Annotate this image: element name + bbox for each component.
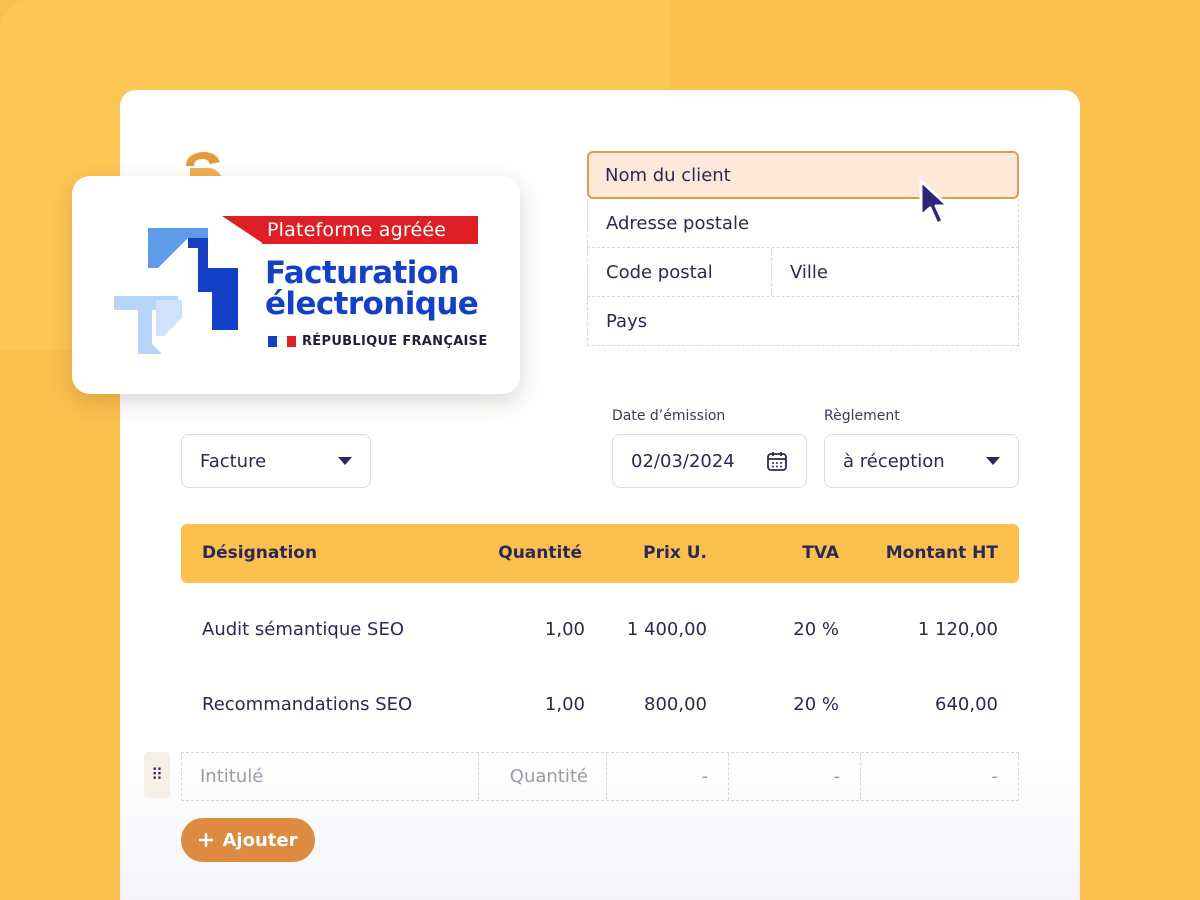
table-header: Désignation Quantité Prix U. TVA Montant… (181, 524, 1019, 583)
row-unit-price: 1 400,00 (626, 619, 707, 640)
table-row[interactable]: Recommandations SEO 1,00 800,00 20 % 640… (181, 675, 1019, 735)
header-quantity: Quantité (498, 543, 582, 563)
republique-label: RÉPUBLIQUE FRANÇAISE (302, 334, 488, 349)
add-line-button[interactable]: Ajouter (181, 818, 315, 862)
issue-date-input[interactable]: 02/03/2024 (612, 434, 807, 488)
document-type-value: Facture (200, 450, 267, 472)
certification-badge: Plateforme agréée Facturation électroniq… (72, 176, 520, 394)
header-designation: Désignation (202, 543, 318, 563)
client-name-field[interactable]: Nom du client (587, 151, 1019, 199)
new-line-quantity-input[interactable]: Quantité (479, 753, 607, 800)
chevron-down-icon (338, 457, 352, 465)
new-line-row: Intitulé Quantité - - - (181, 752, 1019, 801)
date-label: Date d’émission (612, 408, 726, 424)
row-vat: 20 % (793, 619, 839, 640)
row-quantity: 1,00 (544, 619, 585, 640)
row-quantity: 1,00 (544, 694, 585, 715)
ribbon-tail (222, 216, 264, 244)
address-field[interactable]: Adresse postale (587, 199, 1019, 248)
city-field[interactable]: Ville (772, 248, 828, 296)
calendar-icon[interactable] (766, 450, 788, 472)
document-type-select[interactable]: Facture (181, 434, 371, 488)
client-address-block: Nom du client Adresse postale Code posta… (587, 151, 1019, 346)
payment-terms-select[interactable]: à réception (824, 434, 1019, 488)
header-unit-price: Prix U. (643, 543, 707, 563)
badge-ribbon: Plateforme agréée (262, 216, 478, 244)
table-row[interactable]: Audit sémantique SEO 1,00 1 400,00 20 % … (181, 600, 1019, 660)
french-flag-icon (268, 336, 296, 347)
new-line-amount: - (991, 766, 999, 787)
header-amount: Montant HT (885, 543, 998, 563)
row-vat: 20 % (793, 694, 839, 715)
add-line-label: Ajouter (222, 829, 298, 851)
badge-title: Facturation électronique (265, 258, 505, 320)
row-designation: Recommandations SEO (202, 694, 413, 715)
chevron-down-icon (986, 457, 1000, 465)
badge-title-line-2: électronique (265, 286, 479, 322)
new-line-unit-price-input[interactable]: - (607, 753, 729, 800)
badge-title-line-1: Facturation (265, 255, 460, 291)
new-line-label-input[interactable]: Intitulé (182, 753, 479, 800)
postal-city-row: Code postal Ville (587, 248, 1019, 297)
payment-label: Règlement (824, 408, 900, 424)
row-unit-price: 800,00 (644, 694, 707, 715)
plus-icon (198, 833, 213, 847)
drag-handle-icon[interactable]: ⠿ (144, 752, 170, 798)
mouse-cursor-icon (919, 179, 950, 226)
republique-francaise: RÉPUBLIQUE FRANÇAISE (268, 334, 488, 349)
row-amount: 1 120,00 (917, 619, 998, 640)
postal-code-field[interactable]: Code postal (588, 248, 772, 296)
row-designation: Audit sémantique SEO (202, 619, 405, 640)
new-line-vat-input[interactable]: - (729, 753, 861, 800)
payment-terms-value: à réception (843, 450, 945, 472)
country-field[interactable]: Pays (587, 297, 1019, 346)
header-vat: TVA (802, 543, 839, 563)
issue-date-value: 02/03/2024 (631, 450, 735, 472)
row-amount: 640,00 (935, 694, 998, 715)
